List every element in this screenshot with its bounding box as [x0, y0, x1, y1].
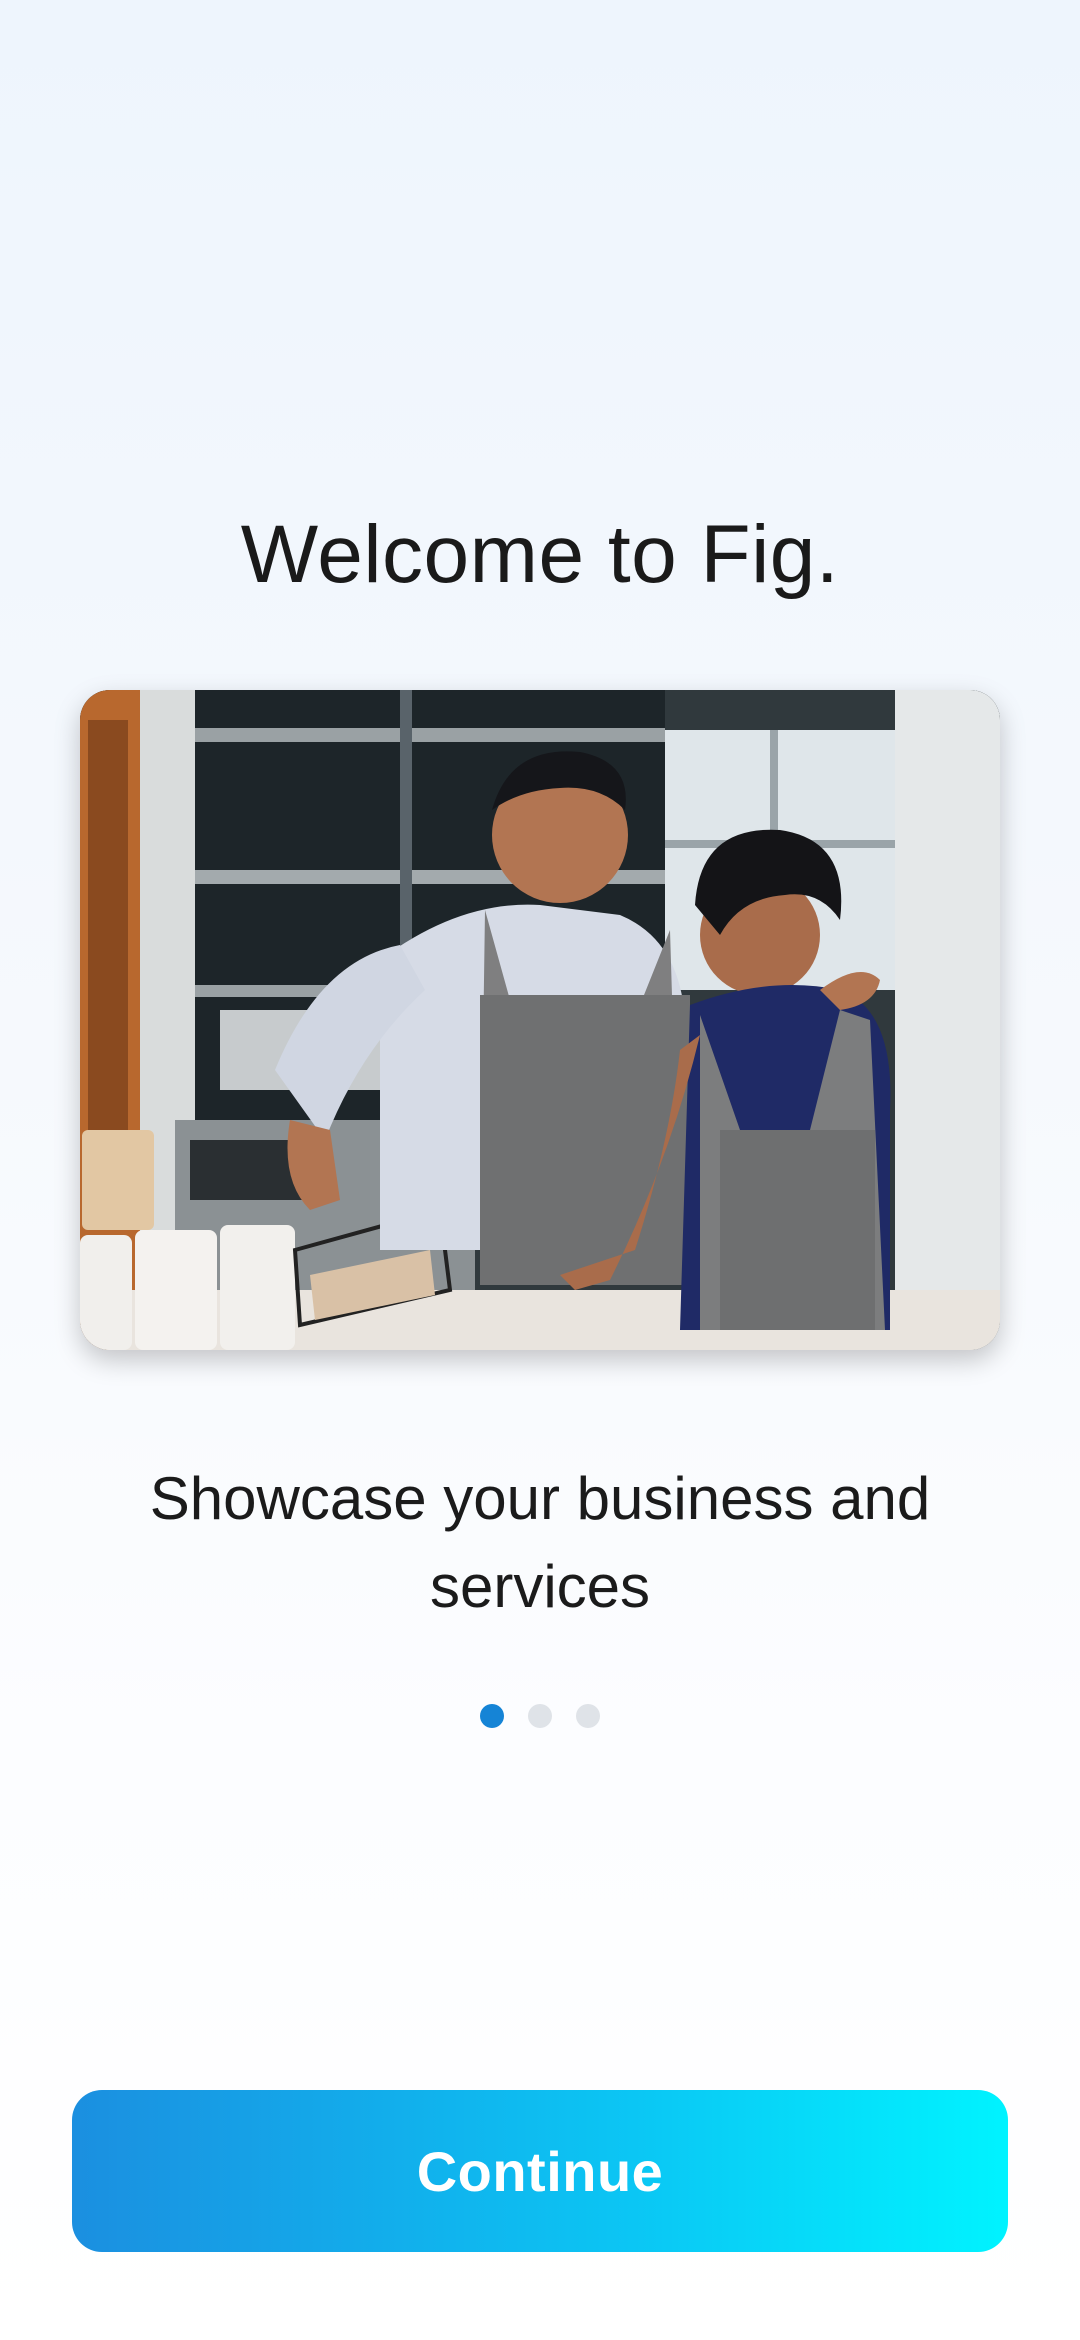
page-title: Welcome to Fig. [240, 508, 840, 600]
pagination-dot-2 [528, 1704, 552, 1728]
onboarding-subtitle: Showcase your business and services [149, 1465, 931, 1620]
hero-image [80, 690, 1000, 1350]
continue-button[interactable]: Continue [72, 2090, 1008, 2252]
pagination-dot-1 [480, 1704, 504, 1728]
pagination-dot-3 [576, 1704, 600, 1728]
pagination-dots [0, 1704, 1080, 1728]
